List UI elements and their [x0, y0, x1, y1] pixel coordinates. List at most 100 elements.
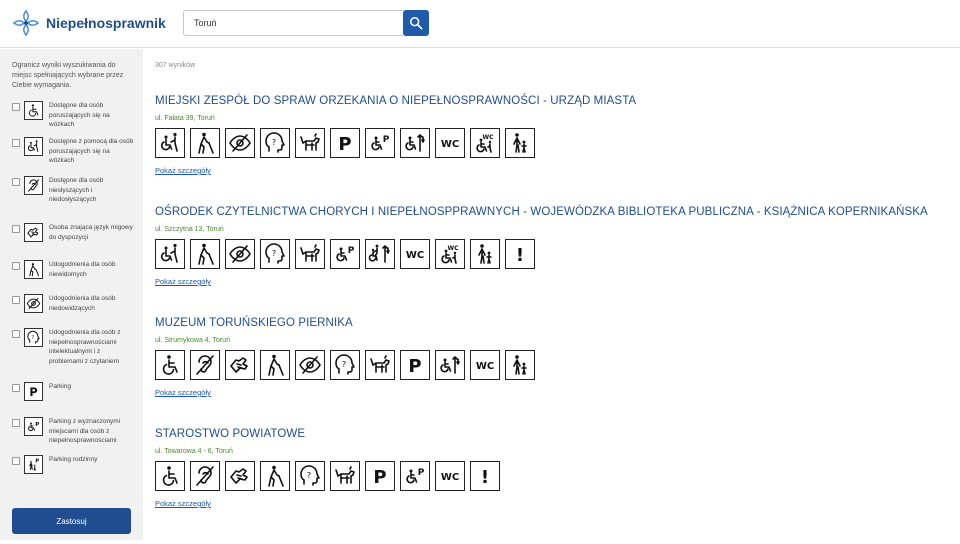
filter-checkbox[interactable]	[12, 330, 20, 338]
logo[interactable]: Niepełnosprawnik	[12, 9, 166, 37]
amenity-icon-box: !	[505, 239, 535, 269]
filter-intro: Ogranicz wyniki wyszukiwania do miejsc s…	[12, 62, 124, 89]
svg-text:P: P	[29, 386, 37, 399]
low-vision-icon	[229, 245, 251, 263]
wc-icon: WC	[476, 361, 494, 372]
result-title[interactable]: MIEJSKI ZESPÓŁ DO SPRAW ORZEKANIA O NIEP…	[155, 95, 945, 107]
elevator-icon	[440, 356, 460, 374]
filter-icon-box	[24, 137, 43, 156]
show-details-link[interactable]: Pokaż szczegóły	[155, 388, 211, 397]
logo-icon	[12, 9, 40, 37]
sign-language-icon	[27, 227, 39, 238]
filter-checkbox[interactable]	[12, 296, 20, 304]
amenity-icon-box	[435, 350, 465, 380]
filter-checkbox[interactable]	[12, 178, 20, 186]
hearing-impaired-icon	[196, 466, 214, 486]
filter-label: Parking z wyznaczonymi miejscami dla osó…	[49, 418, 121, 444]
show-details-link[interactable]: Pokaż szczegóły	[155, 166, 211, 175]
filter-checkbox[interactable]	[12, 225, 20, 233]
filter-item[interactable]: Dostępne dla osób niesłyszących i niedos…	[12, 176, 140, 205]
svg-text:P: P	[35, 422, 39, 428]
filter-icon-box	[24, 294, 43, 313]
amenity-icon-box: WC	[435, 461, 465, 491]
amenity-icon-box	[295, 350, 325, 380]
result-address: ul. Strumykowa 4, Toruń	[155, 337, 230, 344]
svg-text:P: P	[383, 135, 390, 145]
exclamation-icon: !	[516, 245, 524, 266]
amenity-icon-box	[155, 239, 185, 269]
result-title[interactable]: MUZEUM TORUŃSKIEGO PIERNIKA	[155, 317, 945, 329]
filter-checkbox[interactable]	[12, 262, 20, 270]
low-vision-icon	[26, 298, 41, 309]
amenity-icon-box: WC	[435, 128, 465, 158]
amenity-icon-box	[505, 350, 535, 380]
filter-item[interactable]: P Parking	[12, 382, 140, 401]
svg-text:P: P	[338, 134, 351, 155]
filter-icon-box	[24, 260, 43, 279]
svg-text:?: ?	[272, 138, 276, 147]
result-address: ul. Fałata 39, Toruń	[155, 115, 215, 122]
filter-icon-box	[24, 101, 43, 120]
svg-text:WC: WC	[482, 134, 494, 141]
amenity-icon-box: WC	[435, 239, 465, 269]
filter-item[interactable]: Osoba znająca język migowy do dyspozycji	[12, 223, 140, 242]
amenity-icon-box	[295, 239, 325, 269]
filter-item[interactable]: Dostępne dla osób poruszających się na w…	[12, 101, 140, 130]
parking-icon: P	[408, 356, 421, 377]
amenity-icon-box	[190, 350, 220, 380]
search-button[interactable]	[403, 10, 429, 36]
blind-person-icon	[198, 132, 214, 154]
accessible-wc-icon: WC	[441, 245, 459, 264]
exclamation-icon: !	[481, 467, 489, 488]
logo-text: Niepełnosprawnik	[46, 15, 166, 31]
amenity-icons: ? P WC WC!	[155, 239, 945, 269]
sign-language-icon	[230, 468, 248, 484]
accessible-parking-icon: P	[336, 246, 355, 262]
amenity-icon-box: ?	[260, 239, 290, 269]
amenity-icon-box: ?	[295, 461, 325, 491]
filter-item[interactable]: P Parking rodzinny	[12, 455, 140, 474]
svg-text:P: P	[35, 459, 39, 465]
filter-item[interactable]: ? Udogodnienia dla osób z niepełnosprawno…	[12, 328, 140, 366]
filter-label: Udogodnienia dla osób niedowidzących	[49, 295, 116, 312]
svg-text:?: ?	[307, 471, 311, 480]
elevator-assisted-icon	[368, 244, 390, 263]
amenity-icon-box	[155, 350, 185, 380]
filter-checkbox[interactable]	[12, 457, 20, 465]
family-parking-icon: P	[29, 459, 39, 471]
family-icon	[513, 133, 527, 153]
amenity-icon-box	[190, 128, 220, 158]
filter-list[interactable]: Dostępne dla osób poruszających się na w…	[0, 101, 143, 544]
apply-button[interactable]: Zastosuj	[12, 508, 131, 534]
filter-item[interactable]: Dostępne z pomocą dla osób poruszających…	[12, 137, 140, 166]
amenity-icon-box: ?	[260, 128, 290, 158]
show-details-link[interactable]: Pokaż szczegóły	[155, 277, 211, 286]
family-icon	[478, 244, 492, 264]
accessible-parking-icon: P	[406, 468, 425, 484]
show-details-link[interactable]: Pokaż szczegóły	[155, 499, 211, 508]
filter-label: Parking rodzinny	[49, 456, 98, 463]
low-vision-icon	[299, 356, 321, 374]
svg-text:WC: WC	[441, 472, 459, 483]
result-title[interactable]: OŚRODEK CZYTELNICTWA CHORYCH I NIEPEŁNOS…	[155, 206, 945, 218]
filter-item[interactable]: P Parking z wyznaczonymi miejscami dla os…	[12, 417, 140, 446]
filter-item[interactable]: Udogodnienia dla osób niedowidzących	[12, 294, 140, 313]
search-input[interactable]	[183, 10, 403, 36]
filter-checkbox[interactable]	[12, 419, 20, 427]
amenity-icon-box: WC	[470, 350, 500, 380]
search-icon	[409, 16, 423, 30]
wc-icon: WC	[406, 250, 424, 261]
parking-icon: P	[29, 386, 37, 399]
filter-checkbox[interactable]	[12, 103, 20, 111]
filter-label: Dostępne dla osób niesłyszących i niedos…	[49, 177, 104, 203]
guide-dog-icon	[300, 244, 320, 262]
svg-text:P: P	[373, 467, 386, 488]
amenity-icon-box: !	[470, 461, 500, 491]
filter-item[interactable]: Udogodnienia dla osób niewidomych	[12, 260, 140, 279]
svg-text:?: ?	[32, 335, 35, 341]
result-title[interactable]: STAROSTWO POWIATOWE	[155, 428, 945, 440]
blind-person-icon	[268, 465, 284, 487]
filter-checkbox[interactable]	[12, 139, 20, 147]
result-address: ul. Towarowa 4 - 6, Toruń	[155, 448, 233, 455]
filter-checkbox[interactable]	[12, 384, 20, 392]
